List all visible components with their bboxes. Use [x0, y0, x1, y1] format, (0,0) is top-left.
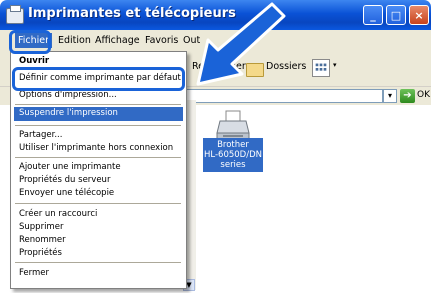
menu-item-server-props[interactable]: Propriétés du serveur: [19, 175, 110, 185]
search-button[interactable]: Rechercher: [192, 61, 246, 72]
menu-separator: [15, 203, 181, 204]
menu-favoris[interactable]: Favoris: [142, 33, 181, 48]
menu-separator: [15, 157, 181, 158]
title-bar: Imprimantes et télécopieurs _ □ ×: [0, 0, 431, 30]
close-button[interactable]: ×: [409, 5, 429, 25]
go-arrow-icon[interactable]: ➔: [400, 89, 415, 103]
window-title: Imprimantes et télécopieurs: [28, 6, 236, 21]
folders-button[interactable]: Dossiers: [266, 61, 306, 72]
menu-item-pause[interactable]: Suspendre l'impression: [19, 108, 118, 118]
menu-item-properties[interactable]: Propriétés: [19, 248, 62, 258]
menu-separator: [15, 262, 181, 263]
menu-item-close[interactable]: Fermer: [19, 268, 49, 278]
maximize-button[interactable]: □: [386, 5, 406, 25]
menu-separator: [15, 104, 181, 105]
menu-item-delete[interactable]: Supprimer: [19, 222, 63, 232]
fichier-highlight-frame: [9, 30, 51, 54]
printer-folder-icon: [6, 5, 24, 24]
menu-item-rename[interactable]: Renommer: [19, 235, 66, 245]
menu-item-offline[interactable]: Utiliser l'imprimante hors connexion: [19, 143, 173, 153]
menu-affichage[interactable]: Affichage: [92, 33, 143, 48]
menu-item-send-fax[interactable]: Envoyer une télécopie: [19, 188, 114, 198]
menu-item-add-printer[interactable]: Ajouter une imprimante: [19, 162, 121, 172]
address-dropdown-icon[interactable]: ▾: [383, 89, 397, 103]
set-default-highlight-frame: [12, 67, 185, 91]
menu-edition[interactable]: Edition: [55, 33, 94, 48]
address-input[interactable]: [180, 89, 383, 103]
minimize-button[interactable]: _: [363, 5, 383, 25]
views-dropdown-icon[interactable]: ▾: [333, 61, 337, 69]
menu-bar: Fichier Edition Affichage Favoris Out: [0, 30, 431, 53]
menu-outils[interactable]: Out: [180, 33, 203, 48]
menu-separator: [15, 125, 181, 126]
printers-window: Imprimantes et télécopieurs _ □ × Fichie…: [0, 0, 431, 293]
go-button[interactable]: OK: [417, 90, 430, 100]
menu-item-print-prefs[interactable]: Options d'impression...: [19, 90, 117, 100]
folders-icon: [246, 63, 264, 77]
printer-label[interactable]: Brother HL-6050D/DN series: [203, 138, 263, 172]
menu-item-share[interactable]: Partager...: [19, 130, 62, 140]
menu-item-create-shortcut[interactable]: Créer un raccourci: [19, 209, 97, 219]
menu-item-open[interactable]: Ouvrir: [19, 56, 49, 66]
views-icon[interactable]: [312, 59, 330, 77]
